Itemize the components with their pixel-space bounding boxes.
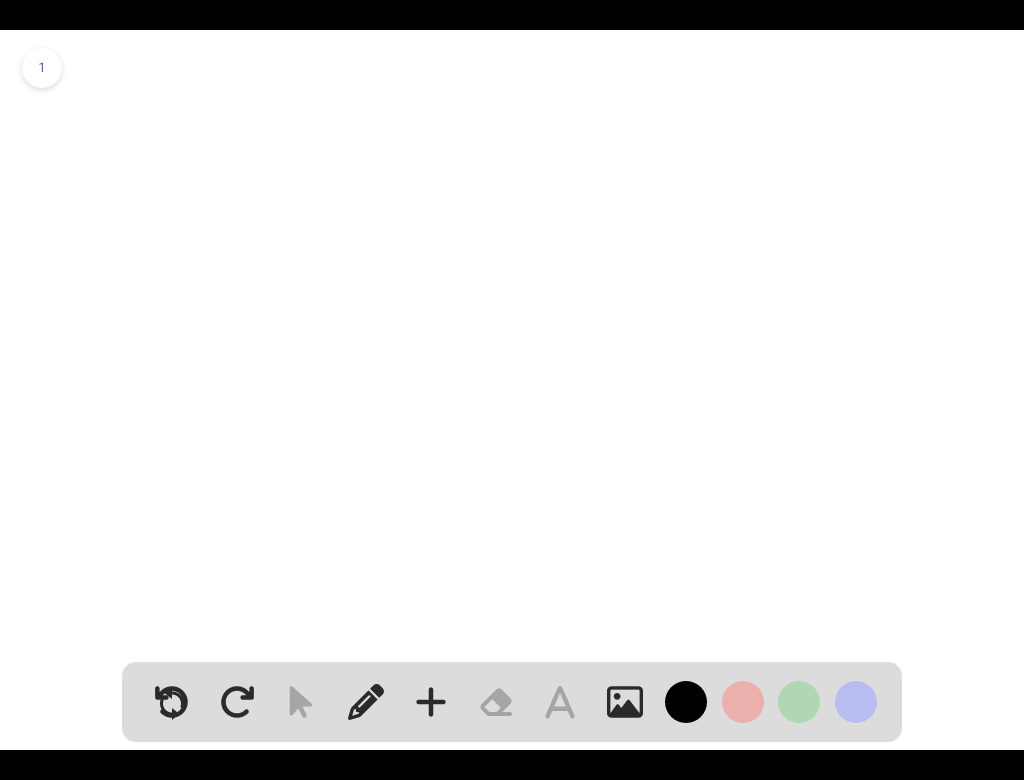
page-number-badge[interactable]: 1	[22, 48, 62, 88]
undo-button[interactable]	[147, 677, 197, 727]
pointer-button[interactable]	[276, 677, 326, 727]
color-swatch-red[interactable]	[722, 681, 764, 723]
pencil-icon	[348, 684, 384, 720]
redo-icon	[219, 684, 255, 720]
image-icon	[607, 684, 643, 720]
undo-icon	[154, 684, 190, 720]
eraser-button[interactable]	[471, 677, 521, 727]
toolbar	[122, 662, 902, 742]
text-button[interactable]	[535, 677, 585, 727]
image-button[interactable]	[600, 677, 650, 727]
color-swatch-purple[interactable]	[835, 681, 877, 723]
eraser-icon	[478, 684, 514, 720]
redo-button[interactable]	[212, 677, 262, 727]
color-swatch-green[interactable]	[778, 681, 820, 723]
text-icon	[542, 684, 578, 720]
pointer-icon	[283, 684, 319, 720]
page-number-label: 1	[38, 61, 45, 76]
add-button[interactable]	[406, 677, 456, 727]
pencil-button[interactable]	[341, 677, 391, 727]
color-swatch-black[interactable]	[665, 681, 707, 723]
canvas-area[interactable]	[0, 30, 1024, 750]
plus-icon	[413, 684, 449, 720]
